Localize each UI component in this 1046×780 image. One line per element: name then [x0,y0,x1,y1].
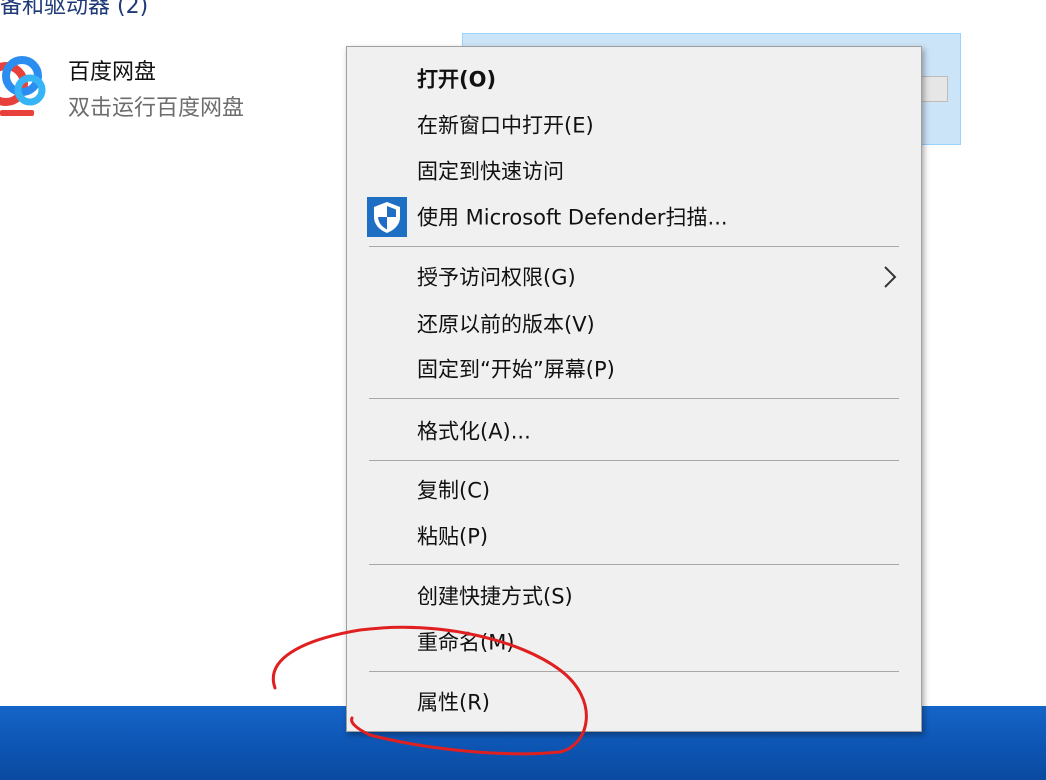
menu-item-rename[interactable]: 重命名(M) [347,620,921,664]
menu-item-label: 还原以前的版本(V) [417,312,595,337]
menu-item-label: 粘贴(P) [417,524,489,549]
menu-separator [369,460,899,461]
menu-item-create-shortcut[interactable]: 创建快捷方式(S) [347,574,921,618]
menu-item-defender-scan[interactable]: 使用 Microsoft Defender扫描... [347,195,921,239]
menu-item-label: 固定到快速访问 [417,159,564,184]
menu-item-label: 使用 Microsoft Defender扫描... [417,205,728,230]
menu-separator [369,398,899,399]
menu-item-label: 打开(O) [417,67,497,92]
menu-separator [369,671,899,672]
menu-separator [369,246,899,247]
menu-item-open-in-new-window[interactable]: 在新窗口中打开(E) [347,103,921,147]
menu-item-paste[interactable]: 粘贴(P) [347,514,921,558]
menu-item-label: 授予访问权限(G) [417,265,576,290]
menu-item-properties[interactable]: 属性(R) [347,680,921,724]
section-header-devices-and-drives: 备和驱动器 (2) [0,0,149,19]
menu-item-label: 创建快捷方式(S) [417,584,573,609]
menu-item-label: 属性(R) [417,690,490,715]
menu-item-give-access[interactable]: 授予访问权限(G) [347,255,921,299]
app-name: 百度网盘 [68,60,157,85]
menu-item-restore-previous-versions[interactable]: 还原以前的版本(V) [347,302,921,346]
menu-item-copy[interactable]: 复制(C) [347,468,921,512]
menu-item-label: 复制(C) [417,478,491,503]
baidu-netdisk-icon [0,56,46,116]
menu-item-pin-to-start[interactable]: 固定到“开始”屏幕(P) [347,347,921,391]
menu-item-open[interactable]: 打开(O) [347,57,921,101]
menu-item-label: 格式化(A)... [417,419,531,444]
context-menu: 打开(O) 在新窗口中打开(E) 固定到快速访问 使用 Microsoft De… [346,46,922,732]
menu-item-label: 重命名(M) [417,630,515,655]
app-description: 双击运行百度网盘 [68,96,245,121]
menu-item-format[interactable]: 格式化(A)... [347,409,921,453]
menu-item-label: 固定到“开始”屏幕(P) [417,357,615,382]
menu-separator [369,564,899,565]
menu-item-pin-to-quick-access[interactable]: 固定到快速访问 [347,149,921,193]
baidu-netdisk-tile[interactable]: 百度网盘 双击运行百度网盘 [0,40,300,140]
defender-shield-icon [367,197,407,237]
menu-item-label: 在新窗口中打开(E) [417,113,594,138]
chevron-right-icon [884,266,897,288]
